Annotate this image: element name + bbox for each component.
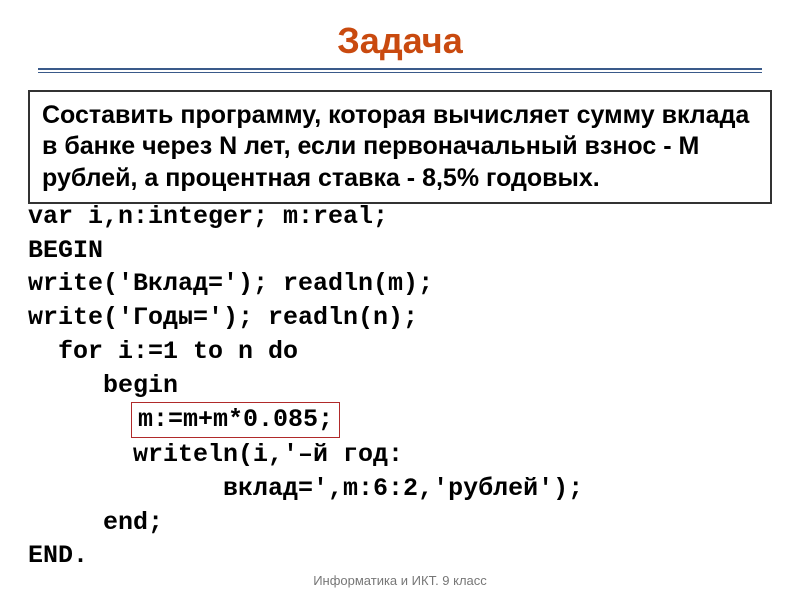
code-line-8: writeln(i,'–й год: <box>28 438 772 472</box>
underline-bottom <box>38 72 762 73</box>
problem-text: Составить программу, которая вычисляет с… <box>42 100 758 194</box>
code-line-10: end; <box>28 506 772 540</box>
slide: Задача Составить программу, которая вычи… <box>0 0 800 600</box>
code-line-2: BEGIN <box>28 234 772 268</box>
code-line-1: var i,n:integer; m:real; <box>28 200 772 234</box>
code-line-5: for i:=1 to n do <box>28 335 772 369</box>
highlighted-statement: m:=m+m*0.085; <box>131 402 340 438</box>
problem-box: Составить программу, которая вычисляет с… <box>28 90 772 204</box>
code-line-9: вклад=',m:6:2,'рублей'); <box>28 472 772 506</box>
code-line-11: END. <box>28 539 772 573</box>
code-line-3: write('Вклад='); readln(m); <box>28 267 772 301</box>
code-block: var i,n:integer; m:real;BEGINwrite('Вкла… <box>28 200 772 573</box>
code-line-4: write('Годы='); readln(n); <box>28 301 772 335</box>
slide-title: Задача <box>28 20 772 62</box>
code-line-7-wrap: m:=m+m*0.085; <box>28 402 772 438</box>
code-line-7-indent <box>28 405 133 434</box>
footer-text: Информатика и ИКТ. 9 класс <box>0 573 800 588</box>
code-line-6: begin <box>28 369 772 403</box>
title-underline <box>38 68 762 76</box>
underline-top <box>38 68 762 70</box>
